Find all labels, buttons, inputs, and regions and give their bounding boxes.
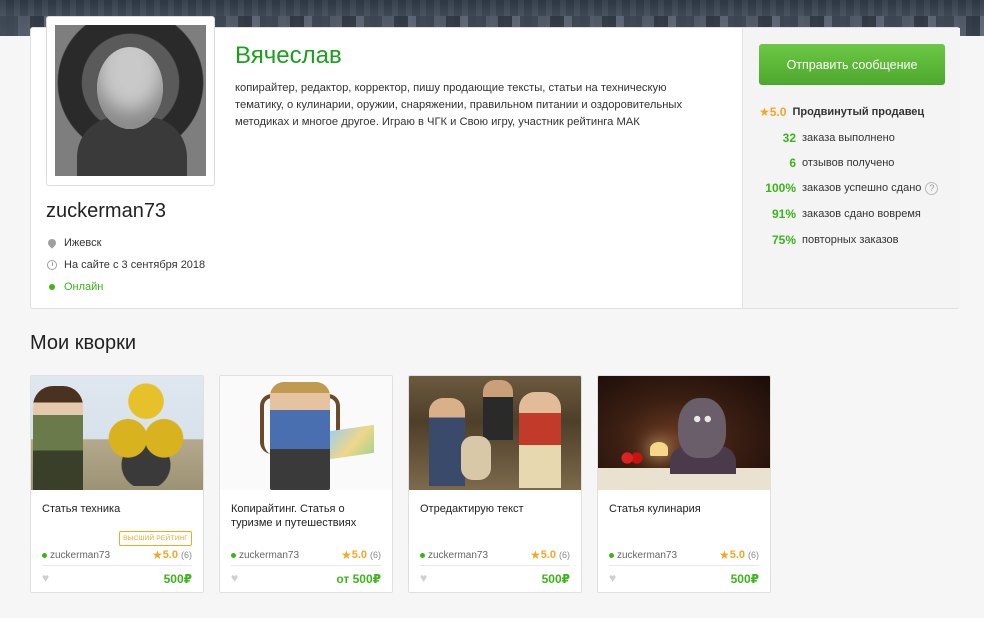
username: zuckerman73	[46, 200, 167, 222]
kwork-thumbnail[interactable]	[598, 376, 770, 490]
profile-bio: копирайтер, редактор, корректор, пишу пр…	[235, 82, 683, 128]
kwork-title[interactable]: Статья техника	[42, 502, 197, 516]
map-pin-icon	[46, 237, 58, 249]
kwork-rating: 5.0	[729, 549, 745, 561]
stat-orders-completed: 32 заказа выполнено	[759, 131, 895, 145]
kwork-author[interactable]: zuckerman73	[239, 550, 299, 561]
status-dot-icon	[47, 282, 57, 292]
heart-icon[interactable]: ♥	[42, 572, 54, 584]
kwork-card[interactable]: Копирайтинг. Статья о туризме и путешест…	[219, 375, 393, 593]
seller-level-label: Продвинутый продавец	[792, 106, 925, 118]
kwork-price: от 500₽	[336, 572, 381, 586]
kwork-review-count: (6)	[559, 550, 570, 560]
stat-value: 32	[782, 131, 796, 145]
location-text: Ижевск	[64, 237, 102, 249]
profile-card: zuckerman73 Ижевск На сайте с 3 сентября…	[30, 16, 960, 309]
heart-icon[interactable]: ♥	[420, 572, 432, 584]
kwork-price: 500₽	[163, 572, 192, 586]
status-dot-icon	[42, 552, 47, 558]
star-icon: ★	[759, 105, 770, 119]
kwork-title[interactable]: Копирайтинг. Статья о туризме и путешест…	[231, 502, 386, 530]
star-icon: ★	[340, 548, 352, 562]
stat-label: отзывов получено	[802, 157, 895, 169]
online-status-row: Онлайн	[47, 281, 103, 293]
kwork-price: 500₽	[730, 572, 759, 586]
divider	[609, 565, 759, 566]
location-row: Ижевск	[46, 237, 102, 249]
question-circle-icon[interactable]: ?	[925, 181, 939, 195]
member-since-row: На сайте с 3 сентября 2018	[47, 259, 205, 271]
stat-on-time-rate: 91% заказов сдано вовремя	[759, 207, 921, 221]
kwork-review-count: (6)	[370, 550, 381, 560]
star-icon: ★	[529, 548, 541, 562]
stat-value: 91%	[771, 207, 796, 221]
avatar-frame	[46, 16, 215, 186]
stat-value: 100%	[765, 181, 796, 195]
kwork-card[interactable]: Статья техника ВЫСШИЙ РЕЙТИНГ zuckerman7…	[30, 375, 204, 593]
kwork-thumbnail[interactable]	[220, 376, 392, 490]
kwork-rating: 5.0	[162, 549, 178, 561]
kwork-thumbnail[interactable]	[409, 376, 581, 490]
kwork-author[interactable]: zuckerman73	[50, 550, 110, 561]
seller-stats-panel: Отправить сообщение ★ 5.0 Продвинутый пр…	[742, 28, 960, 308]
member-since-text: На сайте с 3 сентября 2018	[64, 259, 206, 271]
stat-value: 75%	[771, 233, 796, 247]
section-title: Мои кворки	[30, 332, 137, 354]
status-dot-icon	[231, 552, 236, 558]
kwork-rating: 5.0	[351, 549, 367, 561]
heart-icon[interactable]: ♥	[231, 572, 243, 584]
heart-icon[interactable]: ♥	[609, 572, 621, 584]
divider	[420, 565, 570, 566]
stat-label: повторных заказов	[802, 234, 899, 246]
kwork-price: 500₽	[541, 572, 570, 586]
kwork-card[interactable]: Статья кулинария zuckerman73 ★ 5.0 (6) ♥…	[597, 375, 771, 593]
top-rating-badge: ВЫСШИЙ РЕЙТИНГ	[119, 531, 192, 546]
kwork-author-row: zuckerman73 ★ 5.0 (6)	[609, 548, 759, 562]
stat-success-rate: 100% заказов успешно сдано ?	[759, 181, 939, 195]
kwork-title[interactable]: Статья кулинария	[609, 502, 764, 516]
stat-label: заказов сдано вовремя	[802, 208, 921, 220]
kwork-author-row: zuckerman73 ★ 5.0 (6)	[231, 548, 381, 562]
stat-value: 6	[789, 156, 796, 170]
kwork-author[interactable]: zuckerman73	[428, 550, 488, 561]
kwork-review-count: (6)	[181, 550, 192, 560]
seller-rating-value: 5.0	[769, 105, 787, 119]
divider	[231, 565, 381, 566]
status-dot-icon	[420, 552, 425, 558]
kwork-card[interactable]: Отредактирую текст zuckerman73 ★ 5.0 (6)…	[408, 375, 582, 593]
kwork-title[interactable]: Отредактирую текст	[420, 502, 575, 516]
kwork-review-count: (6)	[748, 550, 759, 560]
star-icon: ★	[718, 548, 730, 562]
kwork-author-row: zuckerman73 ★ 5.0 (6)	[420, 548, 570, 562]
stat-label: заказов успешно сдано	[802, 182, 922, 194]
send-message-button[interactable]: Отправить сообщение	[759, 44, 945, 85]
divider	[42, 565, 192, 566]
kwork-rating: 5.0	[540, 549, 556, 561]
kwork-author-row: zuckerman73 ★ 5.0 (6)	[42, 548, 192, 562]
kwork-author[interactable]: zuckerman73	[617, 550, 677, 561]
stat-repeat-orders: 75% повторных заказов	[759, 233, 899, 247]
star-icon: ★	[151, 548, 163, 562]
status-dot-icon	[609, 552, 614, 558]
kwork-thumbnail[interactable]	[31, 376, 203, 490]
stat-reviews-received: 6 отзывов получено	[759, 156, 894, 170]
stat-label: заказа выполнено	[802, 132, 895, 144]
online-status-text: Онлайн	[64, 281, 104, 293]
seller-rating-row: ★ 5.0 Продвинутый продавец	[759, 105, 924, 119]
profile-name: Вячеслав	[235, 42, 342, 69]
avatar	[55, 25, 206, 176]
clock-icon	[47, 260, 57, 270]
